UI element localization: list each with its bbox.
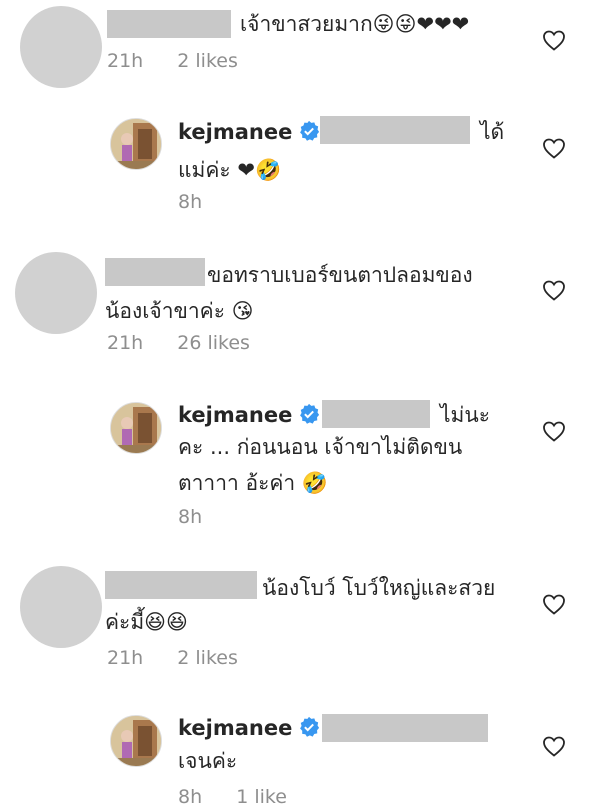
avatar[interactable] — [110, 118, 162, 170]
avatar[interactable] — [20, 6, 102, 88]
redacted-mention — [322, 714, 488, 742]
heart-outline-icon[interactable] — [542, 29, 566, 51]
comment-time: 8h — [178, 786, 203, 808]
comment-meta: 8h 1 like — [178, 786, 315, 808]
avatar[interactable] — [15, 252, 97, 334]
comment-text: เจนค่ะ — [178, 749, 238, 773]
comment-time: 8h — [178, 191, 203, 213]
avatar[interactable] — [110, 715, 162, 767]
heart-outline-icon[interactable] — [542, 420, 566, 442]
verified-badge-icon — [300, 716, 320, 737]
username[interactable]: kejmanee — [178, 120, 292, 144]
comment-time: 8h — [178, 506, 203, 528]
comment-meta: 21h 2 likes — [107, 50, 266, 72]
redacted-mention — [320, 116, 470, 144]
comment-meta: 8h — [178, 191, 230, 213]
comment-time: 21h — [107, 332, 144, 354]
redacted-username — [105, 258, 205, 286]
redacted-mention — [322, 400, 430, 428]
heart-outline-icon[interactable] — [542, 593, 566, 615]
reply-header: kejmanee — [178, 713, 320, 743]
comment-time: 21h — [107, 647, 144, 669]
reply-header: kejmanee — [178, 400, 320, 430]
verified-badge-icon — [300, 120, 320, 141]
comment-meta: 21h 26 likes — [107, 332, 278, 354]
comment-time: 21h — [107, 50, 144, 72]
comment-text: คะ ... ก่อนนอน เจ้าขาไม่ติดขน — [178, 435, 463, 459]
verified-badge-icon — [300, 403, 320, 424]
username[interactable]: kejmanee — [178, 403, 292, 427]
heart-outline-icon[interactable] — [542, 137, 566, 159]
heart-outline-icon[interactable] — [542, 279, 566, 301]
comment-text: เจ้าขาสวยมาก😜😜❤❤❤ — [240, 12, 470, 36]
like-count[interactable]: 1 like — [236, 786, 287, 808]
comment-text: ได้ — [480, 120, 505, 144]
reply-header: kejmanee — [178, 117, 320, 147]
avatar[interactable] — [20, 566, 102, 648]
like-count[interactable]: 26 likes — [177, 332, 250, 354]
comment-meta: 21h 2 likes — [107, 647, 266, 669]
comment-text: ไม่นะ — [440, 403, 491, 427]
comment-text: น้องโบว์ โบว์ใหญ่และสวย — [262, 576, 496, 600]
avatar-photo — [111, 716, 161, 766]
redacted-username — [105, 571, 257, 599]
comment-text: ค่ะมี้😆😆 — [105, 610, 188, 634]
comment-meta: 8h — [178, 506, 230, 528]
comment-text: ขอทราบเบอร์ขนตาปลอมของ — [207, 263, 473, 287]
avatar-photo — [111, 403, 161, 453]
comment-text: น้องเจ้าขาค่ะ 😘 — [105, 299, 254, 323]
avatar-photo — [111, 119, 161, 169]
redacted-username — [107, 10, 231, 38]
like-count[interactable]: 2 likes — [177, 647, 238, 669]
heart-outline-icon[interactable] — [542, 735, 566, 757]
comment-text: ตาาาา อ้ะค่า 🤣 — [178, 471, 329, 495]
avatar[interactable] — [110, 402, 162, 454]
comment-text: แม่ค่ะ ❤🤣 — [178, 158, 282, 182]
username[interactable]: kejmanee — [178, 716, 292, 740]
like-count[interactable]: 2 likes — [177, 50, 238, 72]
